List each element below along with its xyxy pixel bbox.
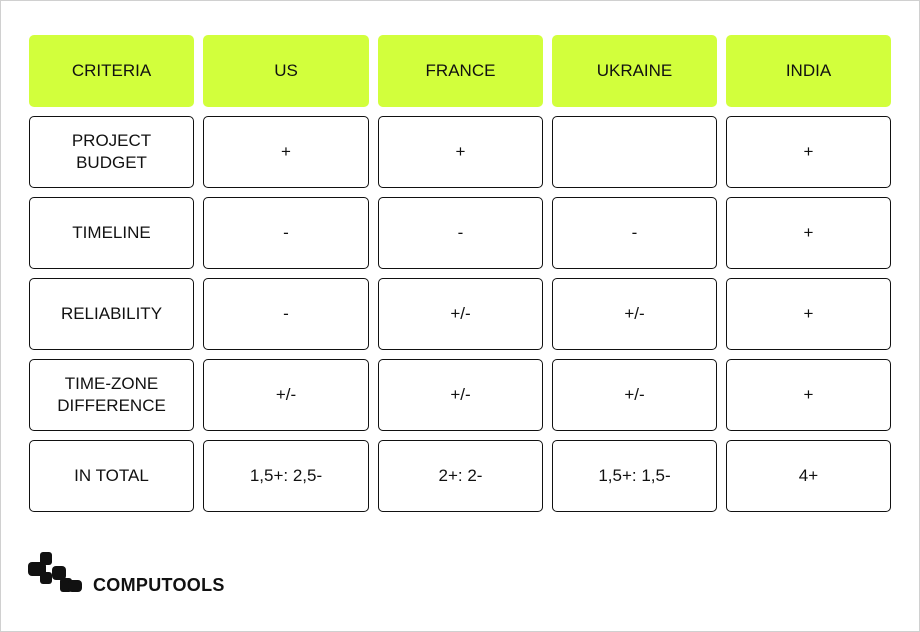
table-cell: 1,5+: 1,5- xyxy=(552,440,717,512)
column-header-india: INDIA xyxy=(726,35,891,107)
table-cell: +/- xyxy=(203,359,369,431)
table-cell: + xyxy=(203,116,369,188)
table-cell: +/- xyxy=(552,359,717,431)
table-cell: + xyxy=(726,359,891,431)
column-header-france: FRANCE xyxy=(378,35,543,107)
table-cell: - xyxy=(203,278,369,350)
criteria-label: TIMELINE xyxy=(29,197,194,269)
column-header-criteria: CRITERIA xyxy=(29,35,194,107)
criteria-label: IN TOTAL xyxy=(29,440,194,512)
table-cell: - xyxy=(378,197,543,269)
table-cell: + xyxy=(726,197,891,269)
table-cell: 2+: 2- xyxy=(378,440,543,512)
computools-logo-icon xyxy=(28,552,82,592)
table-cell: +/- xyxy=(378,359,543,431)
criteria-label: TIME-ZONE DIFFERENCE xyxy=(29,359,194,431)
table-cell: +/- xyxy=(378,278,543,350)
table-cell xyxy=(552,116,717,188)
comparison-table: CRITERIA US FRANCE UKRAINE INDIA PROJECT BUDG… xyxy=(29,35,891,512)
table-cell: + xyxy=(378,116,543,188)
criteria-label: PROJECT BUDGET xyxy=(29,116,194,188)
table-cell: + xyxy=(726,278,891,350)
table-cell: - xyxy=(203,197,369,269)
table-cell: 4+ xyxy=(726,440,891,512)
brand-name: COMPUTOOLS xyxy=(93,575,225,595)
table-cell: +/- xyxy=(552,278,717,350)
table-cell: + xyxy=(726,116,891,188)
table-cell: 1,5+: 2,5- xyxy=(203,440,369,512)
column-header-us: US xyxy=(203,35,369,107)
table-cell: - xyxy=(552,197,717,269)
criteria-label: RELIABILITY xyxy=(29,278,194,350)
column-header-ukraine: UKRAINE xyxy=(552,35,717,107)
